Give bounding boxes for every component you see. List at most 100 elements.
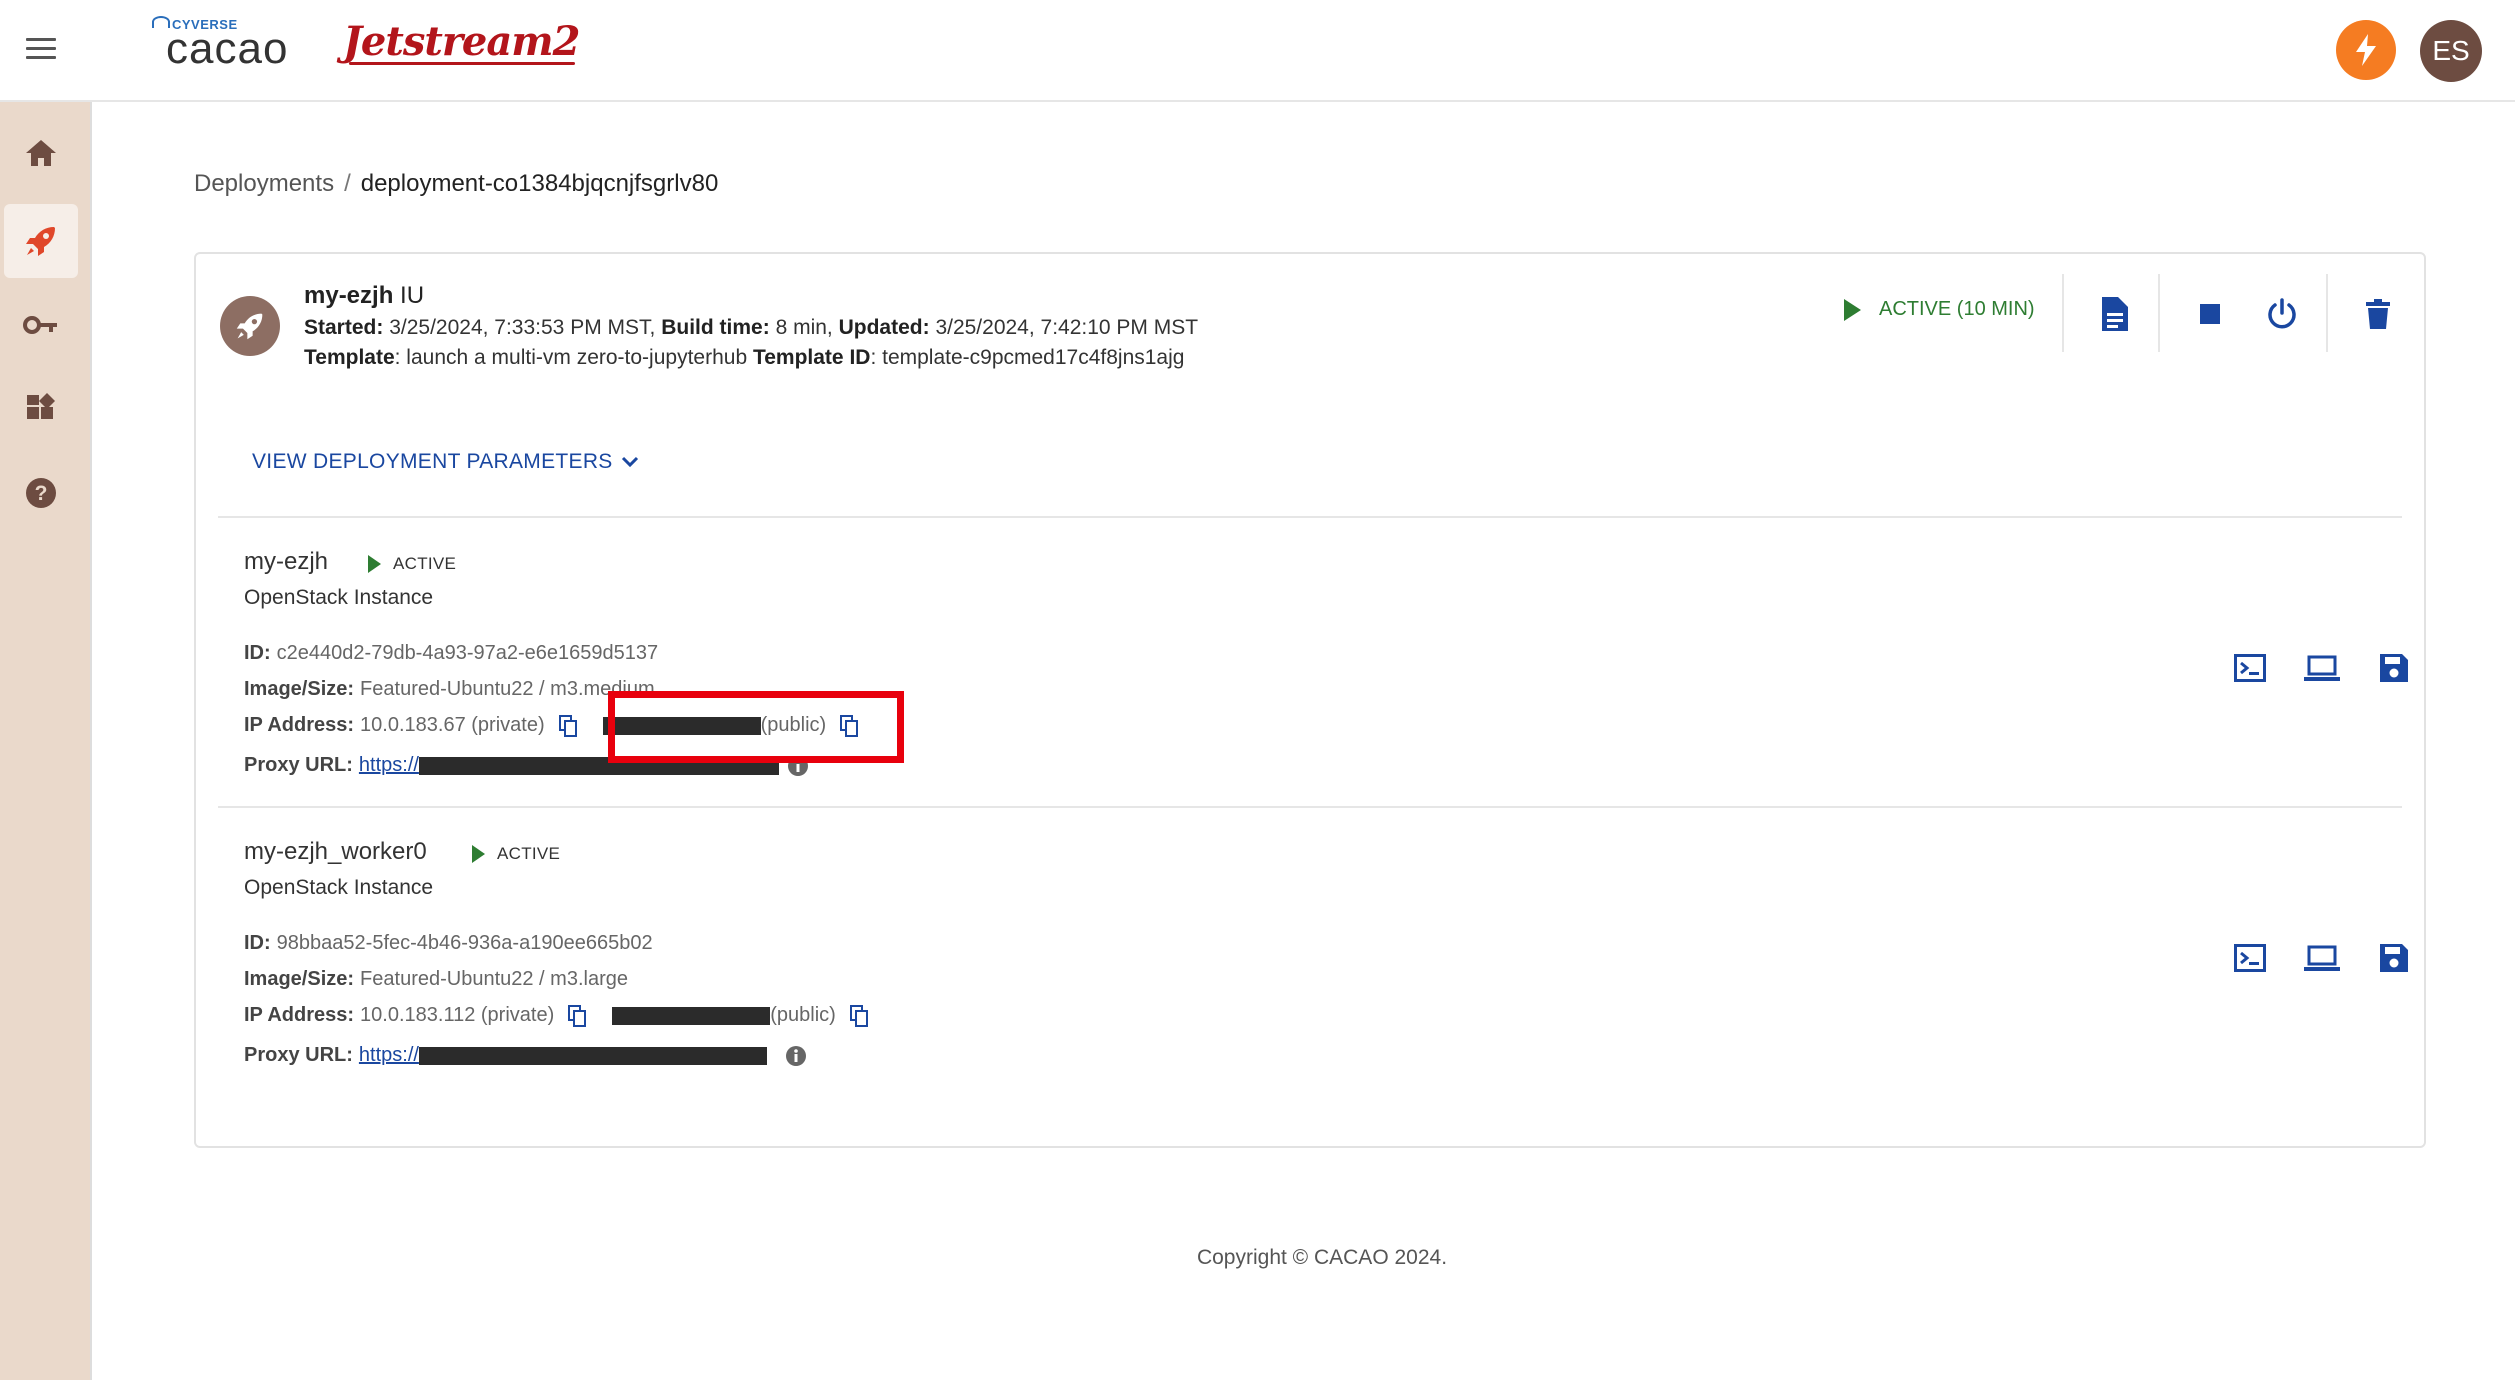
divider — [2062, 274, 2064, 352]
id-label: ID: — [244, 932, 271, 954]
laptop-icon — [2304, 655, 2340, 681]
sidebar-item-help[interactable]: ? — [4, 456, 78, 530]
save-image-button[interactable] — [2374, 938, 2414, 978]
help-icon: ? — [26, 478, 56, 508]
build-time-value: 8 min, — [775, 316, 833, 339]
power-button[interactable] — [2262, 294, 2302, 334]
deployment-times: Started: 3/25/2024, 7:33:53 PM MST, Buil… — [304, 316, 1198, 340]
id-value: 98bbaa52-5fec-4b46-936a-a190ee665b02 — [276, 932, 653, 954]
highlight-annotation-box — [608, 691, 904, 763]
stop-button[interactable] — [2190, 294, 2230, 334]
copy-icon — [849, 1004, 868, 1027]
quick-launch-button[interactable] — [2336, 20, 2396, 80]
template-id-label: Template ID — [752, 346, 871, 369]
started-value: 3/25/2024, 7:33:53 PM MST, — [389, 316, 656, 339]
info-icon[interactable] — [785, 1045, 807, 1067]
top-app-bar: CYVERSE cacao Jetstream2 ES — [0, 0, 2515, 102]
divider — [218, 516, 2402, 518]
chevron-down-icon — [621, 456, 638, 468]
image-value: Featured-Ubuntu22 / m3.large — [360, 968, 628, 990]
deployment-region: IU — [400, 282, 425, 309]
terminal-icon — [2234, 944, 2266, 972]
breadcrumb-current: deployment-co1384bjqcnjfsgrlv80 — [360, 170, 719, 197]
delete-button[interactable] — [2358, 294, 2398, 334]
logs-button[interactable] — [2094, 294, 2134, 334]
key-icon — [23, 316, 57, 334]
web-shell-button[interactable] — [2230, 648, 2270, 688]
private-ip-value: 10.0.183.67 (private) — [360, 714, 545, 736]
view-params-label: VIEW DEPLOYMENT PARAMETERS — [252, 450, 613, 473]
proxy-url-link[interactable]: https:// — [359, 754, 419, 777]
instance-ip: IP Address: 10.0.183.112 (private) (publi… — [244, 1004, 868, 1027]
rocket-icon — [236, 313, 263, 340]
instance-id: ID: c2e440d2-79db-4a93-97a2-e6e1659d5137 — [244, 642, 658, 665]
instance-name: my-ezjh — [244, 548, 329, 575]
jetstream2-logo: Jetstream2 — [343, 18, 580, 65]
home-icon — [26, 140, 56, 166]
proxy-url-link[interactable]: https:// — [359, 1044, 419, 1067]
save-image-button[interactable] — [2374, 648, 2414, 688]
instance-name: my-ezjh_worker0 — [244, 838, 427, 865]
private-ip-value: 10.0.183.112 (private) — [360, 1004, 555, 1026]
deployment-name: my-ezjh — [304, 282, 394, 309]
divider — [218, 806, 2402, 808]
breadcrumb: Deployments / deployment-co1384bjqcnjfsgrl… — [194, 170, 718, 198]
instance-status-label: ACTIVE — [497, 844, 561, 863]
laptop-icon — [2304, 945, 2340, 971]
ip-label: IP Address: — [244, 1004, 355, 1026]
terminal-icon — [2234, 654, 2266, 682]
sidebar-item-deployments[interactable] — [4, 204, 78, 278]
divider — [2158, 274, 2160, 352]
copy-icon — [568, 1004, 587, 1027]
save-icon — [2380, 654, 2408, 682]
play-icon — [1844, 298, 1861, 321]
build-time-label: Build time: — [661, 316, 770, 339]
divider — [2326, 274, 2328, 352]
instance-image: Image/Size: Featured-Ubuntu22 / m3.large — [244, 968, 628, 991]
cacao-logo[interactable]: CYVERSE cacao — [150, 14, 300, 74]
view-deployment-parameters-toggle[interactable]: VIEW DEPLOYMENT PARAMETERS — [252, 450, 639, 474]
copy-public-ip-button[interactable] — [849, 1004, 868, 1027]
save-icon — [2380, 944, 2408, 972]
id-label: ID: — [244, 642, 271, 664]
svg-text:?: ? — [35, 482, 48, 505]
instance-row: my-ezjh ACTIVE OpenStack Instance ID: c2e… — [244, 548, 2408, 788]
footer-copyright: Copyright © CACAO 2024. — [1196, 1246, 1448, 1269]
stop-icon — [2200, 304, 2220, 324]
image-label: Image/Size: — [244, 968, 355, 990]
copy-private-ip-button[interactable] — [558, 714, 577, 737]
play-icon — [368, 555, 381, 573]
instance-type: OpenStack Instance — [244, 876, 434, 899]
image-label: Image/Size: — [244, 678, 355, 700]
web-desktop-button[interactable] — [2302, 648, 2342, 688]
web-desktop-button[interactable] — [2302, 938, 2342, 978]
instance-proxy-url: Proxy URL: https:// — [244, 1044, 807, 1067]
sidebar-nav: ? — [0, 102, 92, 1380]
deployment-status: ACTIVE (10 MIN) — [1844, 298, 2035, 321]
trash-icon — [2366, 299, 2390, 329]
widgets-icon — [27, 393, 55, 419]
breadcrumb-deployments-link[interactable]: Deployments — [194, 170, 334, 197]
description-icon — [2102, 297, 2128, 331]
power-icon — [2268, 298, 2296, 329]
sidebar-item-templates[interactable] — [4, 372, 78, 446]
deployment-title: my-ezjh IU — [304, 282, 424, 310]
template-label: Template — [304, 346, 395, 369]
sidebar-item-credentials[interactable] — [4, 288, 78, 362]
started-label: Started: — [304, 316, 384, 339]
instance-id: ID: 98bbaa52-5fec-4b46-936a-a190ee665b02 — [244, 932, 653, 955]
web-shell-button[interactable] — [2230, 938, 2270, 978]
copy-private-ip-button[interactable] — [568, 1004, 587, 1027]
public-ip-suffix: (public) — [770, 1004, 836, 1026]
sidebar-item-home[interactable] — [4, 116, 78, 190]
user-avatar[interactable]: ES — [2420, 20, 2482, 82]
cacao-wordmark: cacao — [166, 24, 289, 73]
menu-icon[interactable] — [26, 38, 56, 62]
breadcrumb-separator: / — [344, 170, 351, 197]
deployment-status-label: ACTIVE (10 MIN) — [1879, 298, 2035, 320]
id-value: c2e440d2-79db-4a93-97a2-e6e1659d5137 — [276, 642, 659, 664]
redacted-proxy-url — [418, 1046, 767, 1065]
updated-value: 3/25/2024, 7:42:10 PM MST — [935, 316, 1199, 339]
copy-icon — [558, 714, 577, 737]
instance-type: OpenStack Instance — [244, 586, 434, 609]
